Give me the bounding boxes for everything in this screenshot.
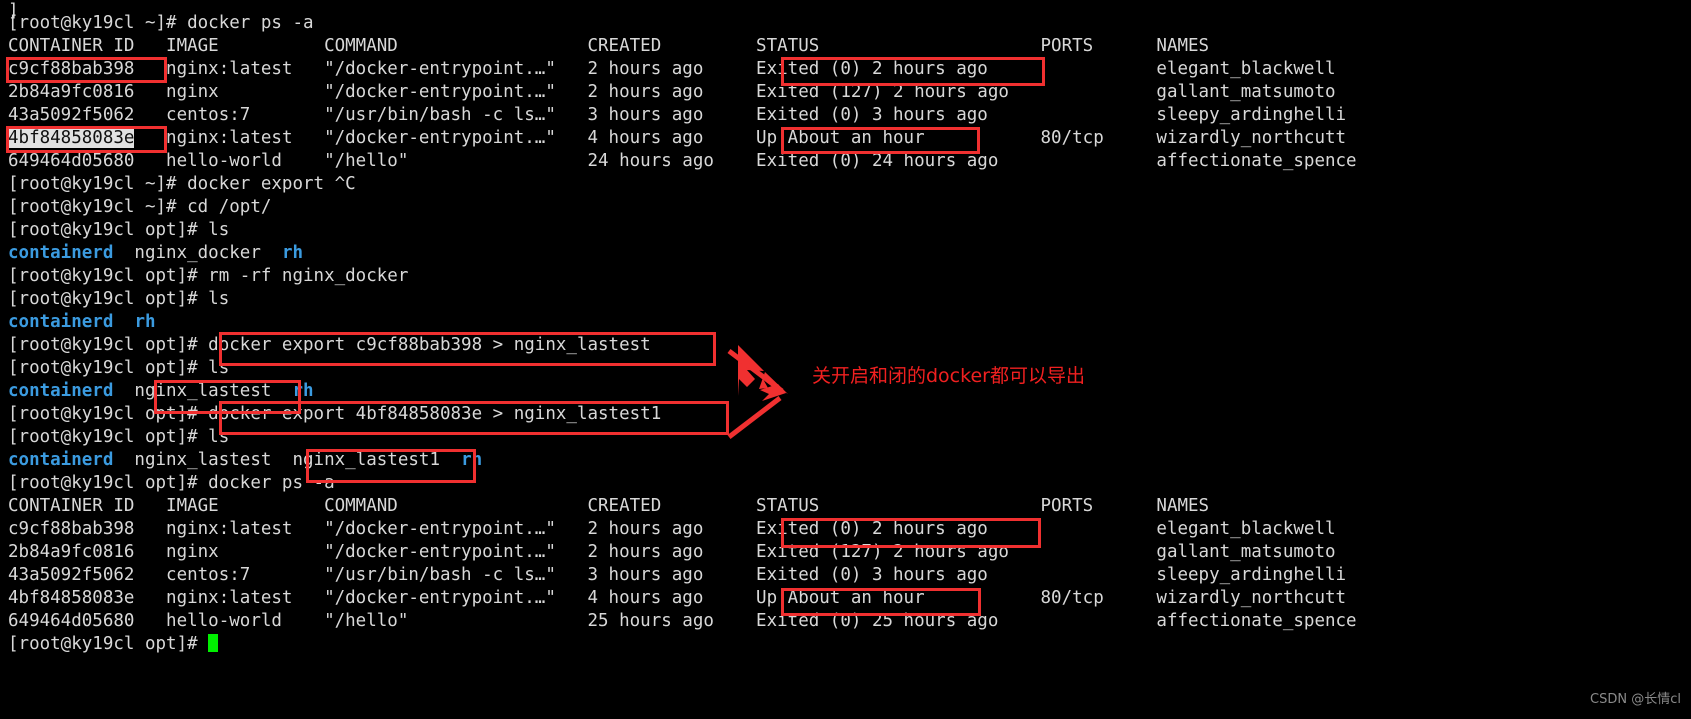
- dir-rh: rh: [461, 450, 483, 470]
- arrow-line-lower: [727, 396, 782, 439]
- table-row: 4bf84858083e nginx:latest "/docker-entry…: [8, 588, 1347, 608]
- file-nginx-lastest: nginx_lastest: [113, 381, 293, 401]
- terminal-line-cmd-export-2: [root@ky19cl opt]# docker export 4bf8485…: [8, 404, 662, 424]
- terminal-line-cmd-cd-opt: [root@ky19cl ~]# cd /opt/: [8, 197, 272, 217]
- terminal-line-cmd-export-1: [root@ky19cl opt]# docker export c9cf88b…: [8, 335, 651, 355]
- terminal-line-cmd-ls: [root@ky19cl opt]# ls: [8, 289, 230, 309]
- terminal-line-cmd-export-ctrlc: [root@ky19cl ~]# docker export ^C: [8, 174, 356, 194]
- terminal-line-cmd-ls: [root@ky19cl opt]# ls: [8, 220, 230, 240]
- terminal-line-cmd-docker-ps-2: [root@ky19cl opt]# docker ps -a: [8, 473, 335, 493]
- arrow-head-lower: [760, 384, 786, 401]
- table-row: 43a5092f5062 centos:7 "/usr/bin/bash -c …: [8, 565, 1347, 585]
- terminal-prompt-active[interactable]: [root@ky19cl opt]#: [8, 633, 219, 656]
- table-row: c9cf88bab398 nginx:latest "/docker-entry…: [8, 59, 1336, 79]
- dir-rh: rh: [134, 312, 156, 332]
- table-row: 2b84a9fc0816 nginx "/docker-entrypoint.……: [8, 82, 1336, 102]
- dir-containerd: containerd: [8, 450, 114, 470]
- terminal-line-cmd-docker-ps: [root@ky19cl ~]# docker ps -a: [8, 13, 314, 33]
- table-header-top: CONTAINER ID IMAGE COMMAND CREATED STATU…: [8, 36, 1210, 56]
- terminal-window[interactable]: ] [root@ky19cl ~]# docker ps -a CONTAINE…: [0, 0, 1691, 719]
- table-header-bottom: CONTAINER ID IMAGE COMMAND CREATED STATU…: [8, 496, 1210, 516]
- arrow-head-upper: [759, 372, 788, 394]
- ls-output: containerd nginx_lastest nginx_lastest1 …: [8, 449, 482, 472]
- terminal-line-cmd-ls: [root@ky19cl opt]# ls: [8, 427, 230, 447]
- dir-containerd: containerd: [8, 243, 114, 263]
- ls-output: containerd nginx_docker rh: [8, 243, 304, 263]
- ls-output: containerd rh: [8, 311, 156, 334]
- table-row-rest: nginx:latest "/docker-entrypoint.…" 4 ho…: [134, 128, 1347, 148]
- annotation-note: 关开启和闭的docker都可以导出: [812, 365, 1085, 387]
- file-nginx-lastest1: nginx_lastest1: [292, 450, 462, 470]
- file-nginx-lastest: nginx_lastest: [113, 450, 293, 470]
- dir-rh: rh: [281, 243, 304, 263]
- dir-containerd: containerd: [8, 381, 114, 401]
- arrow-line-upper: [727, 349, 784, 393]
- csdn-watermark: CSDN @长情cl: [1590, 691, 1681, 707]
- table-row: 2b84a9fc0816 nginx "/docker-entrypoint.……: [8, 542, 1336, 562]
- table-row: 43a5092f5062 centos:7 "/usr/bin/bash -c …: [8, 105, 1347, 125]
- prompt-text: [root@ky19cl opt]#: [8, 634, 198, 654]
- ls-output: containerd nginx_lastest rh: [8, 380, 314, 403]
- dir-rh: rh: [292, 381, 314, 401]
- selected-container-id: 4bf84858083e: [8, 128, 135, 148]
- terminal-line-cmd-rm: [root@ky19cl opt]# rm -rf nginx_docker: [8, 266, 409, 286]
- table-row: c9cf88bab398 nginx:latest "/docker-entry…: [8, 519, 1336, 539]
- table-row: 649464d05680 hello-world "/hello" 25 hou…: [8, 611, 1357, 631]
- text-cursor: [208, 634, 219, 652]
- terminal-line-cmd-ls: [root@ky19cl opt]# ls: [8, 358, 230, 378]
- table-row: 649464d05680 hello-world "/hello" 24 hou…: [8, 151, 1357, 171]
- table-row-selected: 4bf84858083e nginx:latest "/docker-entry…: [8, 127, 1346, 150]
- dir-containerd: containerd: [8, 312, 114, 332]
